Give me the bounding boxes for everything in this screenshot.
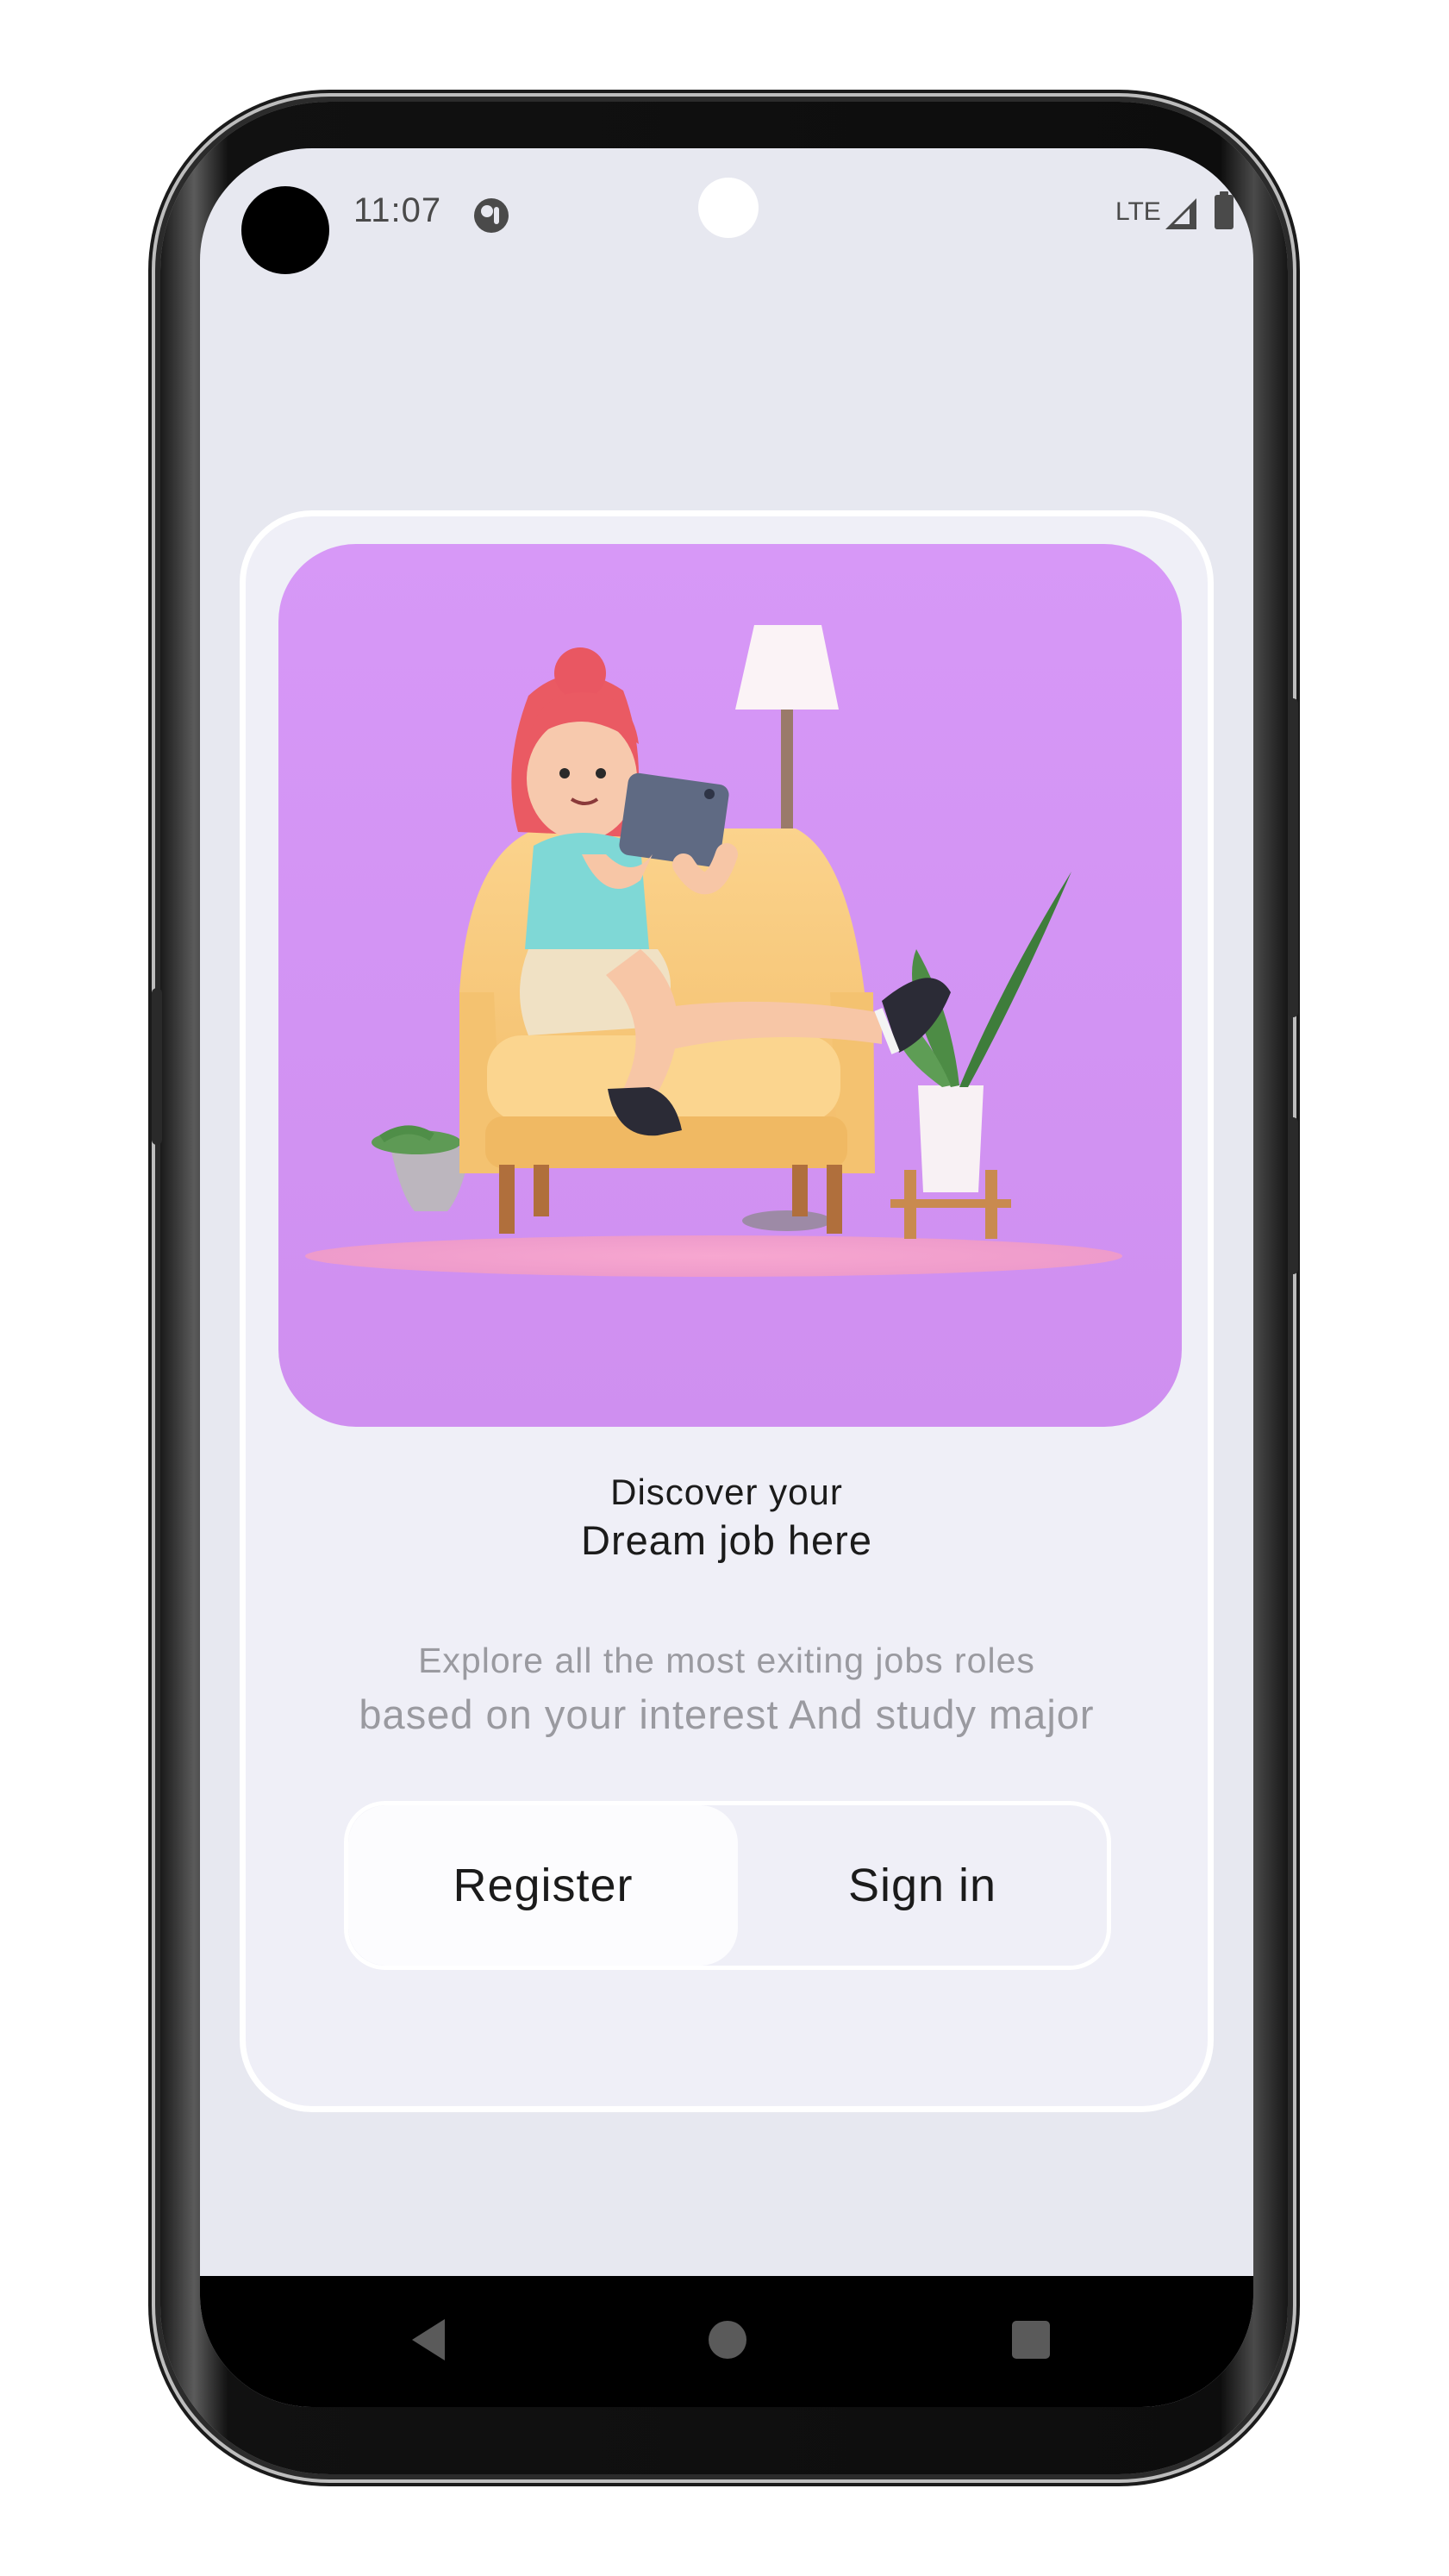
subtitle-line-1: Explore all the most exiting jobs roles [418, 1641, 1035, 1680]
camera-cutout [241, 186, 329, 274]
headline-line-2: Dream job here [581, 1517, 872, 1563]
front-camera [698, 178, 759, 238]
back-icon[interactable] [403, 2314, 455, 2366]
register-button[interactable]: Register [348, 1805, 738, 1966]
welcome-card: Discover your Dream job here Explore all… [240, 510, 1214, 2112]
volume-button [152, 988, 162, 1145]
status-time: 11:07 [353, 191, 442, 229]
auth-toggle: Register Sign in [344, 1801, 1111, 1970]
power-button [1288, 698, 1298, 1017]
home-icon[interactable] [702, 2314, 753, 2366]
battery-icon [1215, 191, 1234, 229]
network-type: LTE [1115, 197, 1161, 226]
sign-in-button[interactable]: Sign in [738, 1805, 1107, 1966]
hero-illustration [278, 544, 1182, 1427]
headline-line-1: Discover your [610, 1472, 843, 1512]
app-notification-icon [474, 198, 509, 233]
side-button [1288, 1117, 1298, 1274]
app-screen: 11:07 LTE Discover your Dream job here E… [200, 148, 1253, 2407]
signal-icon [1165, 198, 1196, 229]
system-nav-bar [200, 2276, 1253, 2407]
girl-on-armchair-illustration [305, 625, 1122, 1277]
subtitle-line-2: based on your interest And study major [359, 1691, 1095, 1737]
recents-icon[interactable] [1005, 2314, 1057, 2366]
